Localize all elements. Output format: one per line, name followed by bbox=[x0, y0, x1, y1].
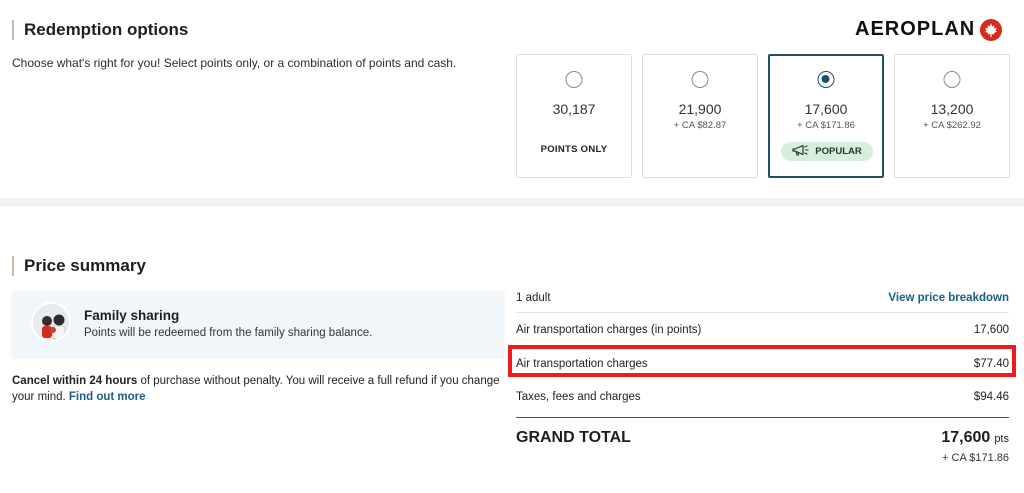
redemption-option-4[interactable]: 13,200 + CA $262.92 bbox=[894, 54, 1010, 178]
price-row-label: Air transportation charges (in points) bbox=[516, 324, 702, 336]
row-divider bbox=[516, 312, 1009, 313]
redemption-options-group: 30,187 POINTS ONLY 21,900 + CA $82.87 17… bbox=[516, 54, 1010, 178]
grand-total-points: 17,600 pts bbox=[941, 429, 1009, 447]
price-row-label: Taxes, fees and charges bbox=[516, 391, 641, 403]
price-row-value: 17,600 bbox=[973, 324, 1009, 336]
view-price-breakdown-link[interactable]: View price breakdown bbox=[888, 292, 1009, 304]
option-points: 21,900 bbox=[678, 101, 722, 117]
grand-total-cash: + CA $171.86 bbox=[942, 452, 1009, 464]
option-cash: + CA $171.86 bbox=[797, 120, 855, 131]
aeroplan-logo: AEROPLAN bbox=[855, 18, 1003, 41]
price-row-value: $94.46 bbox=[973, 391, 1009, 403]
aeroplan-wordmark: AEROPLAN bbox=[855, 18, 976, 40]
price-summary-title: Price summary bbox=[12, 256, 146, 276]
option-cash: + CA $262.92 bbox=[923, 120, 981, 131]
option-points: 13,200 bbox=[930, 101, 974, 117]
redemption-options-title: Redemption options bbox=[12, 20, 188, 40]
family-sharing-description: Points will be redeemed from the family … bbox=[84, 327, 373, 339]
family-sharing-title: Family sharing bbox=[84, 308, 180, 323]
family-sharing-card: Family sharing Points will be redeemed f… bbox=[12, 291, 504, 357]
option-radio-checked[interactable] bbox=[817, 71, 835, 88]
cancellation-policy: Cancel within 24 hours of purchase witho… bbox=[12, 373, 502, 405]
popular-badge: POPULAR bbox=[781, 142, 873, 161]
maple-leaf-icon bbox=[980, 18, 1003, 41]
option-cash: + CA $82.87 bbox=[673, 120, 727, 131]
passengers-label: 1 adult bbox=[516, 292, 551, 304]
cancellation-bold: Cancel within 24 hours bbox=[12, 375, 138, 387]
price-row-taxes: Taxes, fees and charges $94.46 bbox=[516, 391, 1009, 403]
redemption-option-points-only[interactable]: 30,187 POINTS ONLY bbox=[516, 54, 632, 178]
option-radio[interactable] bbox=[943, 71, 961, 88]
redemption-subtitle: Choose what's right for you! Select poin… bbox=[12, 56, 457, 70]
megaphone-icon bbox=[792, 144, 810, 159]
redemption-option-3-selected[interactable]: 17,600 + CA $171.86 POPULAR bbox=[768, 54, 884, 178]
grand-total-points-unit: pts bbox=[994, 433, 1009, 445]
option-points: 17,600 bbox=[804, 101, 848, 117]
highlight-box bbox=[508, 345, 1016, 377]
option-points-only-label: POINTS ONLY bbox=[540, 144, 608, 155]
find-out-more-link[interactable]: Find out more bbox=[69, 391, 146, 403]
grand-total-points-value: 17,600 bbox=[941, 429, 991, 446]
grand-total-label: GRAND TOTAL bbox=[516, 429, 631, 446]
option-radio[interactable] bbox=[691, 71, 709, 88]
option-radio[interactable] bbox=[565, 71, 583, 88]
family-avatar-icon bbox=[31, 302, 71, 342]
passengers-row: 1 adult View price breakdown bbox=[516, 292, 1009, 304]
total-divider bbox=[516, 417, 1009, 418]
section-divider bbox=[0, 198, 1024, 206]
popular-label: POPULAR bbox=[815, 146, 862, 157]
price-row-points: Air transportation charges (in points) 1… bbox=[516, 324, 1009, 336]
redemption-option-2[interactable]: 21,900 + CA $82.87 bbox=[642, 54, 758, 178]
option-points: 30,187 bbox=[552, 101, 596, 117]
